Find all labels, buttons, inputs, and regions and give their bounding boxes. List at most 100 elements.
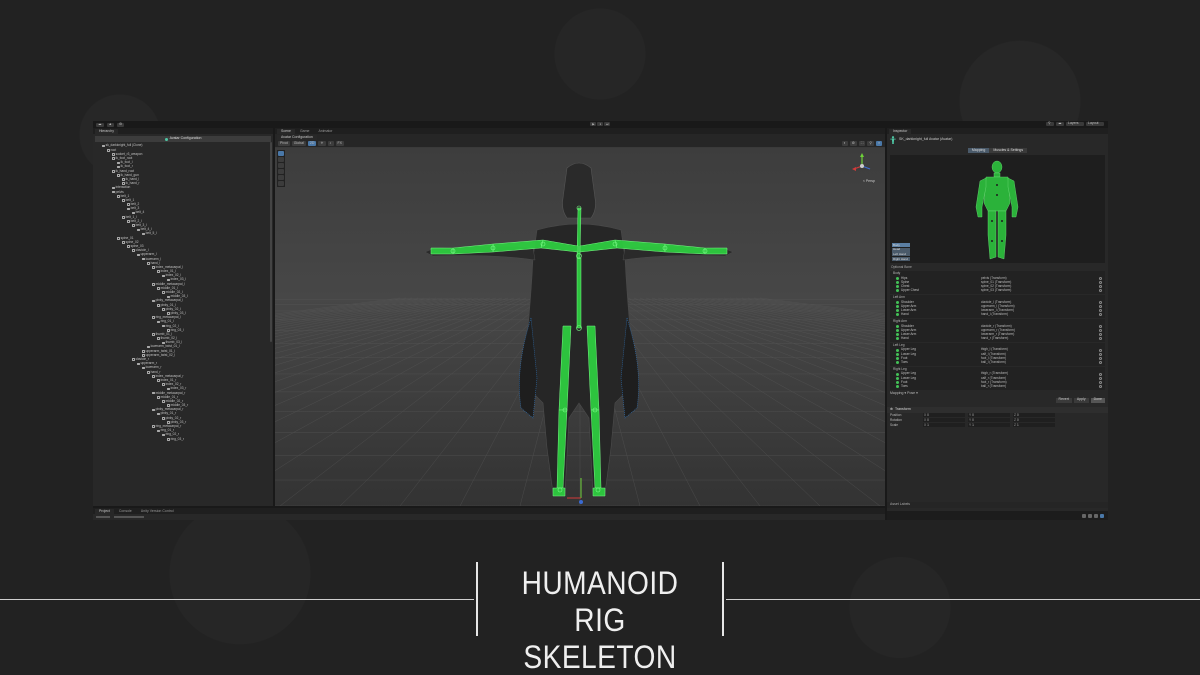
object-picker-icon[interactable] bbox=[1099, 376, 1102, 380]
transform-y-field[interactable]: Y0 bbox=[968, 413, 1010, 417]
object-picker-icon[interactable] bbox=[1099, 348, 1102, 352]
bone-name: Lower Leg bbox=[901, 375, 916, 380]
transform-tool-icon[interactable] bbox=[278, 181, 284, 186]
apply-button[interactable]: Apply bbox=[1073, 397, 1089, 403]
effects-toggle[interactable]: FX bbox=[335, 141, 345, 146]
pivot-toggle[interactable]: Pivot bbox=[278, 141, 290, 146]
object-picker-icon[interactable] bbox=[1099, 361, 1102, 365]
collab-button[interactable]: ▲ bbox=[106, 122, 114, 127]
scale-tool-icon[interactable] bbox=[278, 169, 284, 174]
scene-menu-button[interactable]: ≡ bbox=[875, 141, 882, 146]
tab-console[interactable]: Console bbox=[114, 509, 136, 514]
tab-avatar-configuration[interactable]: Avatar Configuration bbox=[277, 135, 317, 140]
avatar-icon bbox=[890, 135, 896, 144]
object-picker-icon[interactable] bbox=[1099, 309, 1102, 313]
object-picker-icon[interactable] bbox=[1099, 280, 1102, 284]
transform-x-field[interactable]: X1 bbox=[923, 423, 965, 427]
2d-toggle[interactable]: 2D bbox=[307, 141, 317, 146]
project-search-input[interactable] bbox=[114, 516, 144, 518]
settings-button[interactable]: ⚙ bbox=[116, 122, 125, 127]
search-button[interactable]: ⚲ bbox=[1046, 122, 1054, 126]
gameobject-icon bbox=[137, 253, 140, 257]
tab-mapping[interactable]: Mapping bbox=[967, 148, 990, 153]
global-toggle[interactable]: Global bbox=[291, 141, 306, 146]
bone-transform-field[interactable]: hand_l (Transform) bbox=[981, 312, 1099, 316]
gameobject-icon bbox=[112, 186, 115, 190]
pause-button[interactable]: ⏸ bbox=[597, 122, 604, 126]
main-toolbar: ☁ ▲ ⚙ ▶ ⏸ ⏭ ⚲ ☁ Layers Layout bbox=[93, 121, 1108, 128]
bone-transform-field[interactable]: hand_r (Transform) bbox=[981, 336, 1099, 340]
bone-transform-field[interactable]: ball_r (Transform) bbox=[981, 384, 1099, 388]
tab-game[interactable]: Game bbox=[295, 129, 314, 134]
rotate-tool-icon[interactable] bbox=[278, 163, 284, 168]
tab-inspector[interactable]: Inspector bbox=[889, 129, 912, 134]
object-picker-icon[interactable] bbox=[1099, 324, 1102, 328]
mapping-pose-menu[interactable]: Mapping ▾ Pose ▾ bbox=[887, 391, 1108, 397]
scene-viewport[interactable]: < Persp bbox=[275, 148, 885, 506]
transform-x-field[interactable]: X0 bbox=[923, 418, 965, 422]
transform-x-field[interactable]: X0 bbox=[923, 413, 965, 417]
object-picker-icon[interactable] bbox=[1099, 289, 1102, 293]
orientation-gizmo-icon[interactable] bbox=[851, 152, 873, 182]
transform-z-field[interactable]: Z0 bbox=[1013, 418, 1055, 422]
persp-label[interactable]: < Persp bbox=[863, 179, 875, 184]
object-picker-icon[interactable] bbox=[1099, 313, 1102, 317]
bone-name: Hand bbox=[901, 336, 909, 341]
body-part-left-hand[interactable]: Left Hand bbox=[892, 252, 910, 257]
gameobject-icon bbox=[142, 257, 145, 261]
cloud-button[interactable]: ☁ bbox=[1056, 122, 1064, 126]
hierarchy-scrollbar[interactable] bbox=[270, 142, 272, 342]
object-picker-icon[interactable] bbox=[1099, 333, 1102, 337]
draw-mode-button[interactable]: ◐ bbox=[841, 141, 848, 146]
layers-dropdown[interactable]: Layers bbox=[1066, 122, 1084, 126]
bone-transform-field[interactable]: spine_03 (Transform) bbox=[981, 289, 1099, 292]
gameobject-icon bbox=[132, 358, 135, 361]
object-picker-icon[interactable] bbox=[1099, 276, 1102, 280]
object-picker-icon[interactable] bbox=[1099, 380, 1102, 384]
asset-labels[interactable]: Asset Labels bbox=[887, 502, 1108, 508]
layout-dropdown[interactable]: Layout bbox=[1086, 122, 1104, 126]
object-picker-icon[interactable] bbox=[1099, 285, 1102, 289]
hand-tool-icon[interactable] bbox=[278, 151, 284, 156]
revert-button[interactable]: Revert bbox=[1055, 397, 1072, 403]
body-part-right-hand[interactable]: Right Hand bbox=[892, 257, 910, 261]
object-picker-icon[interactable] bbox=[1099, 328, 1102, 332]
tab-animator[interactable]: Animator bbox=[314, 129, 337, 134]
object-picker-icon[interactable] bbox=[1099, 337, 1102, 341]
object-picker-icon[interactable] bbox=[1099, 372, 1102, 376]
hierarchy-item[interactable]: ring_03_r bbox=[93, 437, 273, 441]
status-icon[interactable] bbox=[1082, 513, 1086, 518]
object-picker-icon[interactable] bbox=[1099, 352, 1102, 356]
project-add-button[interactable] bbox=[96, 516, 110, 518]
rect-tool-icon[interactable] bbox=[278, 175, 284, 180]
tab-scene[interactable]: Scene bbox=[277, 129, 295, 134]
object-picker-icon[interactable] bbox=[1099, 385, 1102, 389]
transform-z-field[interactable]: Z0 bbox=[1013, 413, 1055, 417]
object-picker-icon[interactable] bbox=[1099, 304, 1102, 308]
status-icon[interactable] bbox=[1088, 513, 1092, 518]
done-button[interactable]: Done bbox=[1090, 397, 1105, 403]
tab-hierarchy[interactable]: Hierarchy bbox=[95, 129, 118, 134]
transform-y-field[interactable]: Y0 bbox=[968, 418, 1010, 422]
object-picker-icon[interactable] bbox=[1099, 300, 1102, 304]
transform-y-field[interactable]: Y1 bbox=[968, 423, 1010, 427]
account-button[interactable]: ☁ bbox=[96, 122, 104, 127]
bone-transform-field[interactable]: ball_l (Transform) bbox=[981, 360, 1099, 364]
lighting-toggle[interactable]: ☀ bbox=[318, 141, 326, 146]
bone-status-icon bbox=[896, 328, 899, 332]
tab-unity-version-control[interactable]: Unity Version Control bbox=[136, 509, 178, 514]
bone-name: Foot bbox=[901, 379, 908, 384]
maximize-button[interactable]: ⛶ bbox=[858, 141, 866, 146]
step-button[interactable]: ⏭ bbox=[604, 122, 611, 126]
status-icon[interactable] bbox=[1100, 513, 1104, 518]
object-picker-icon[interactable] bbox=[1099, 356, 1102, 360]
move-tool-icon[interactable] bbox=[278, 157, 284, 162]
transform-z-field[interactable]: Z1 bbox=[1013, 423, 1055, 427]
tab-project[interactable]: Project bbox=[95, 509, 114, 514]
play-button[interactable]: ▶ bbox=[590, 122, 597, 126]
audio-toggle[interactable]: ♪ bbox=[327, 141, 334, 146]
status-icon[interactable] bbox=[1094, 513, 1098, 518]
gizmos-settings-button[interactable]: ⚙ bbox=[849, 141, 857, 146]
tab-muscles-settings[interactable]: Muscles & Settings bbox=[989, 148, 1028, 153]
scene-search-button[interactable]: ⚲ bbox=[867, 141, 874, 146]
